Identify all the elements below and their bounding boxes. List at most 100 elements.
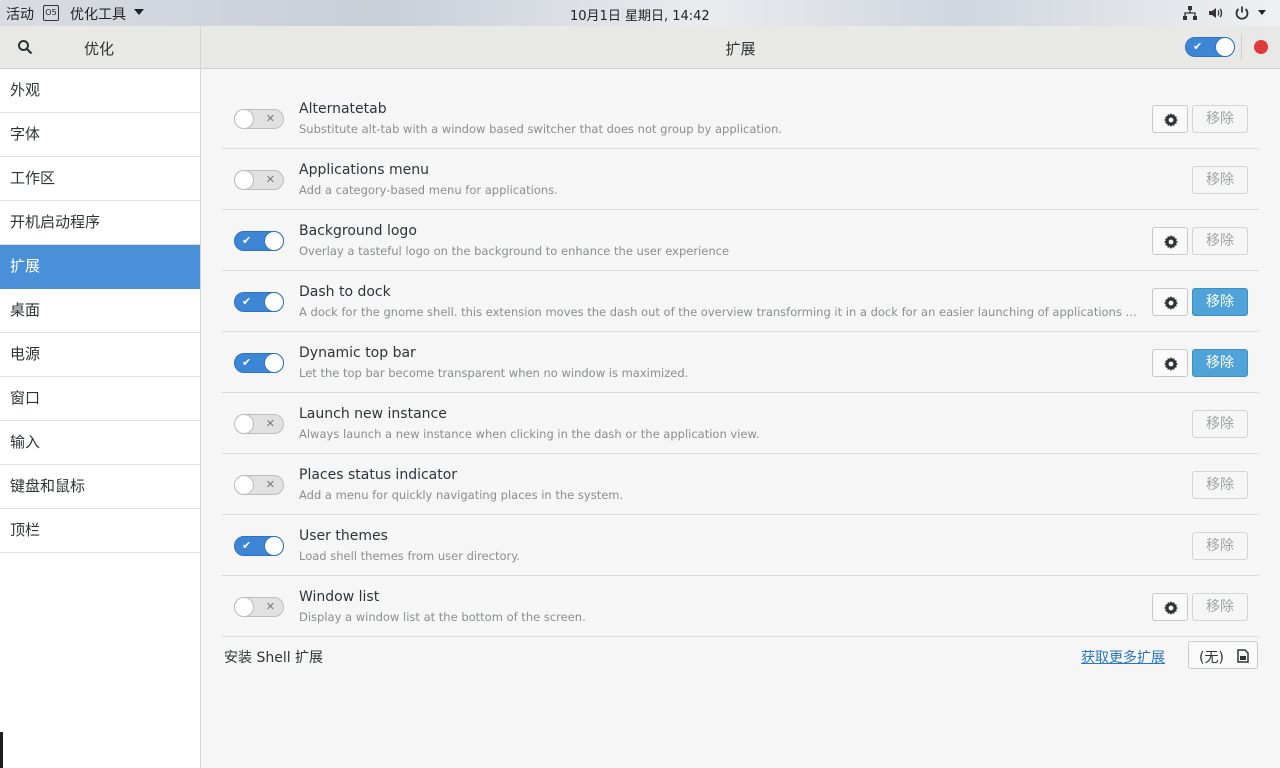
extension-description: Display a window list at the bottom of t… [299, 610, 586, 624]
app-icon: O5 [43, 5, 59, 21]
switch-knob [264, 536, 284, 556]
sidebar-item-label: 桌面 [10, 301, 41, 319]
sidebar-item-desktop[interactable]: 桌面 [0, 289, 200, 333]
sidebar-item-label: 窗口 [10, 389, 41, 407]
extension-name: Places status indicator [299, 467, 458, 483]
extension-settings-button[interactable] [1152, 227, 1188, 255]
extension-name: Dynamic top bar [299, 345, 416, 361]
gear-icon [1164, 296, 1178, 310]
extension-settings-button[interactable] [1152, 593, 1188, 621]
system-top-bar: 活动 O5 优化工具 10月1日 星期日, 14:42 [0, 0, 1280, 26]
extension-remove-button[interactable]: 移除 [1192, 288, 1248, 316]
extensions-master-switch[interactable]: ✔ [1185, 37, 1235, 57]
extension-remove-button[interactable]: 移除 [1192, 593, 1248, 621]
extension-row: ✕ Places status indicator Add a menu for q… [222, 454, 1259, 515]
extension-remove-button[interactable]: 移除 [1192, 471, 1248, 499]
gear-icon [1164, 235, 1178, 249]
cross-icon: ✕ [265, 173, 275, 186]
extension-toggle[interactable]: ✕ [234, 414, 284, 434]
install-shell-extension-label: 安装 Shell 扩展 [224, 650, 324, 666]
extension-toggle[interactable]: ✔ [234, 292, 284, 312]
sidebar-item-keyboard-mouse[interactable]: 键盘和鼠标 [0, 465, 200, 509]
extension-description: Load shell themes from user directory. [299, 549, 521, 563]
sidebar-item-appearance[interactable]: 外观 [0, 69, 200, 113]
clock[interactable]: 10月1日 星期日, 14:42 [570, 5, 710, 24]
extension-toggle[interactable]: ✕ [234, 597, 284, 617]
sidebar-item-label: 顶栏 [10, 521, 41, 539]
chevron-down-icon[interactable] [1258, 10, 1266, 15]
extension-toggle[interactable]: ✕ [234, 109, 284, 129]
page-title: 扩展 [725, 40, 756, 58]
sidebar-item-startup-applications[interactable]: 开机启动程序 [0, 201, 200, 245]
extension-name: Dash to dock [299, 284, 391, 300]
extension-settings-button[interactable] [1152, 349, 1188, 377]
sidebar-item-label: 扩展 [10, 257, 41, 275]
sidebar-item-label: 键盘和鼠标 [10, 477, 86, 495]
check-icon: ✔ [242, 295, 252, 308]
cross-icon: ✕ [265, 112, 275, 125]
sidebar-item-label: 字体 [10, 125, 41, 143]
sidebar-item-fonts[interactable]: 字体 [0, 113, 200, 157]
gear-icon [1164, 601, 1178, 615]
extension-remove-button[interactable]: 移除 [1192, 532, 1248, 560]
extension-remove-button[interactable]: 移除 [1192, 105, 1248, 133]
extension-remove-button[interactable]: 移除 [1192, 227, 1248, 255]
extension-row: ✔ User themes Load shell themes from user … [222, 515, 1259, 576]
cross-icon: ✕ [265, 478, 275, 491]
extension-toggle[interactable]: ✕ [234, 170, 284, 190]
extension-remove-button[interactable]: 移除 [1192, 349, 1248, 377]
install-row: 安装 Shell 扩展 获取更多扩展 (无) [222, 637, 1259, 677]
app-menu-button[interactable]: 优化工具 [70, 4, 126, 24]
activities-button[interactable]: 活动 [6, 4, 34, 24]
document-open-icon [1237, 649, 1249, 663]
network-icon[interactable] [1182, 5, 1198, 21]
sidebar-item-input[interactable]: 输入 [0, 421, 200, 465]
extension-settings-button[interactable] [1152, 288, 1188, 316]
sidebar-header: 优化 [0, 26, 200, 69]
switch-knob [234, 109, 254, 129]
extension-name: User themes [299, 528, 388, 544]
extension-description: A dock for the gnome shell. this extensi… [299, 305, 1139, 319]
file-chooser-value: (无) [1199, 650, 1224, 666]
extension-name: Applications menu [299, 162, 429, 178]
search-icon[interactable] [17, 39, 33, 55]
extension-toggle[interactable]: ✕ [234, 475, 284, 495]
sidebar: 优化 外观 字体 工作区 开机启动程序 扩展 桌面 电源 窗口 输入 键盘和鼠标… [0, 26, 201, 768]
extension-row: ✕ Alternatetab Substitute alt-tab with a w… [222, 88, 1259, 149]
sidebar-item-windows[interactable]: 窗口 [0, 377, 200, 421]
extension-row: ✕ Window list Display a window list at the… [222, 576, 1259, 637]
extension-toggle[interactable]: ✔ [234, 353, 284, 373]
extension-row: ✕ Applications menu Add a category-based m… [222, 149, 1259, 210]
sidebar-item-workspaces[interactable]: 工作区 [0, 157, 200, 201]
extension-file-chooser[interactable]: (无) [1188, 641, 1258, 669]
extension-remove-button[interactable]: 移除 [1192, 166, 1248, 194]
chevron-down-icon [134, 9, 144, 15]
extension-remove-button[interactable]: 移除 [1192, 410, 1248, 438]
extension-toggle[interactable]: ✔ [234, 536, 284, 556]
extension-description: Overlay a tasteful logo on the backgroun… [299, 244, 730, 258]
sidebar-title: 优化 [84, 40, 115, 58]
sidebar-item-label: 电源 [10, 345, 41, 363]
extension-name: Launch new instance [299, 406, 447, 422]
gear-icon [1164, 113, 1178, 127]
extension-description: Add a menu for quickly navigating places… [299, 488, 624, 502]
sidebar-item-label: 开机启动程序 [10, 213, 101, 231]
extension-settings-button[interactable] [1152, 105, 1188, 133]
cross-icon: ✕ [265, 417, 275, 430]
check-icon: ✔ [1193, 40, 1203, 53]
power-icon[interactable] [1234, 5, 1250, 21]
extension-toggle[interactable]: ✔ [234, 231, 284, 251]
cross-icon: ✕ [265, 600, 275, 613]
extension-name: Window list [299, 589, 380, 605]
sidebar-item-extensions[interactable]: 扩展 [0, 245, 200, 289]
volume-icon[interactable] [1207, 5, 1223, 21]
switch-knob [264, 292, 284, 312]
check-icon: ✔ [242, 356, 252, 369]
extension-description: Let the top bar become transparent when … [299, 366, 689, 380]
sidebar-item-power[interactable]: 电源 [0, 333, 200, 377]
get-more-extensions-link[interactable]: 获取更多扩展 [1081, 647, 1165, 667]
switch-knob [234, 170, 254, 190]
close-window-button[interactable] [1254, 40, 1268, 54]
switch-knob [234, 414, 254, 434]
sidebar-item-top-bar[interactable]: 顶栏 [0, 509, 200, 553]
